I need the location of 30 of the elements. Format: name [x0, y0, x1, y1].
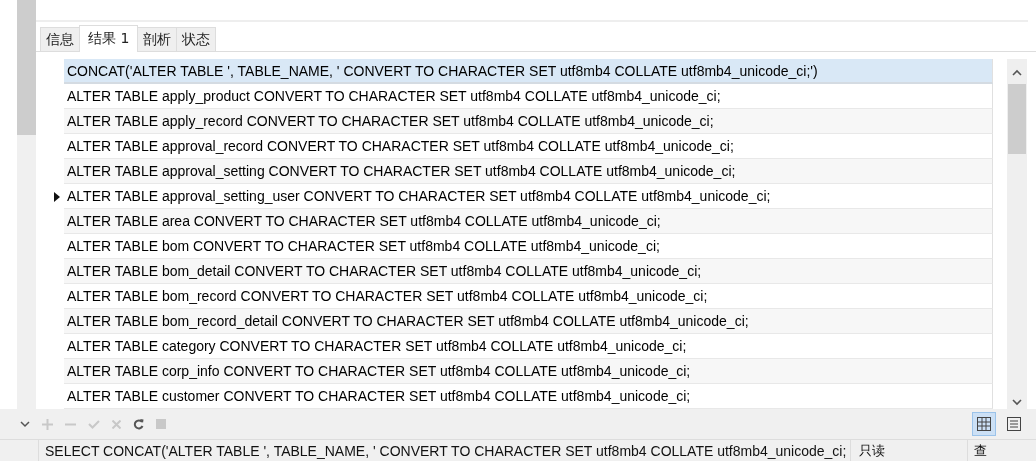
refresh-icon[interactable]	[133, 418, 144, 430]
scroll-up-icon[interactable]	[1012, 69, 1022, 76]
table-cell: ALTER TABLE bom_record_detail CONVERT TO CHARACTER SET utf8mb4 COLLATE utf8mb4_unicode_ci;	[64, 309, 993, 334]
table-cell: ALTER TABLE bom_detail CONVERT TO CHARACTER SET utf8mb4 COLLATE utf8mb4_unicode_ci;	[64, 259, 993, 284]
column-header[interactable]: CONCAT('ALTER TABLE ', TABLE_NAME, ' CONVERT TO CHARACTER SET utf8mb4 COLLATE utf8mb4_unicode_ci;')	[64, 59, 993, 84]
table-cell: ALTER TABLE approval_setting CONVERT TO CHARACTER SET utf8mb4 COLLATE utf8mb4_unicode_ci;	[64, 159, 993, 184]
stop-icon[interactable]	[156, 419, 166, 429]
close-icon[interactable]	[112, 419, 121, 429]
status-query-text: SELECT CONCAT('ALTER TABLE ', TABLE_NAME, ' CONVERT TO CHARACTER SET utf8mb4 COLLATE utf8mb4_unicode_ci;	[38, 440, 847, 461]
table-cell: ALTER TABLE apply_record CONVERT TO CHARACTER SET utf8mb4 COLLATE utf8mb4_unicode_ci;	[64, 109, 993, 134]
scrollbar-thumb[interactable]	[1008, 84, 1026, 154]
result-tab[interactable]: 信息	[40, 27, 80, 51]
grid-view-button[interactable]	[972, 412, 996, 436]
table-cell: ALTER TABLE corp_info CONVERT TO CHARACTER SET utf8mb4 COLLATE utf8mb4_unicode_ci;	[64, 359, 993, 384]
scrollbar-thumb[interactable]	[17, 0, 36, 135]
status-mode-text: 只读	[850, 440, 968, 461]
vertical-scrollbar[interactable]	[1007, 59, 1027, 412]
grid-icon	[977, 417, 991, 431]
table-cell: ALTER TABLE area CONVERT TO CHARACTER SET utf8mb4 COLLATE utf8mb4_unicode_ci;	[64, 209, 993, 234]
scroll-down-icon[interactable]	[1012, 399, 1022, 406]
left-scrollbar[interactable]	[17, 0, 36, 409]
list-icon	[1007, 417, 1021, 431]
check-icon[interactable]	[88, 419, 100, 429]
result-tab[interactable]: 状态	[176, 27, 217, 51]
collapse-icon[interactable]	[20, 420, 30, 428]
result-tab[interactable]: 结果 1	[79, 25, 139, 52]
minus-icon[interactable]	[65, 422, 76, 426]
status-text: 查	[967, 440, 988, 461]
add-icon[interactable]	[42, 418, 53, 430]
result-tab[interactable]: 剖析	[137, 27, 178, 51]
